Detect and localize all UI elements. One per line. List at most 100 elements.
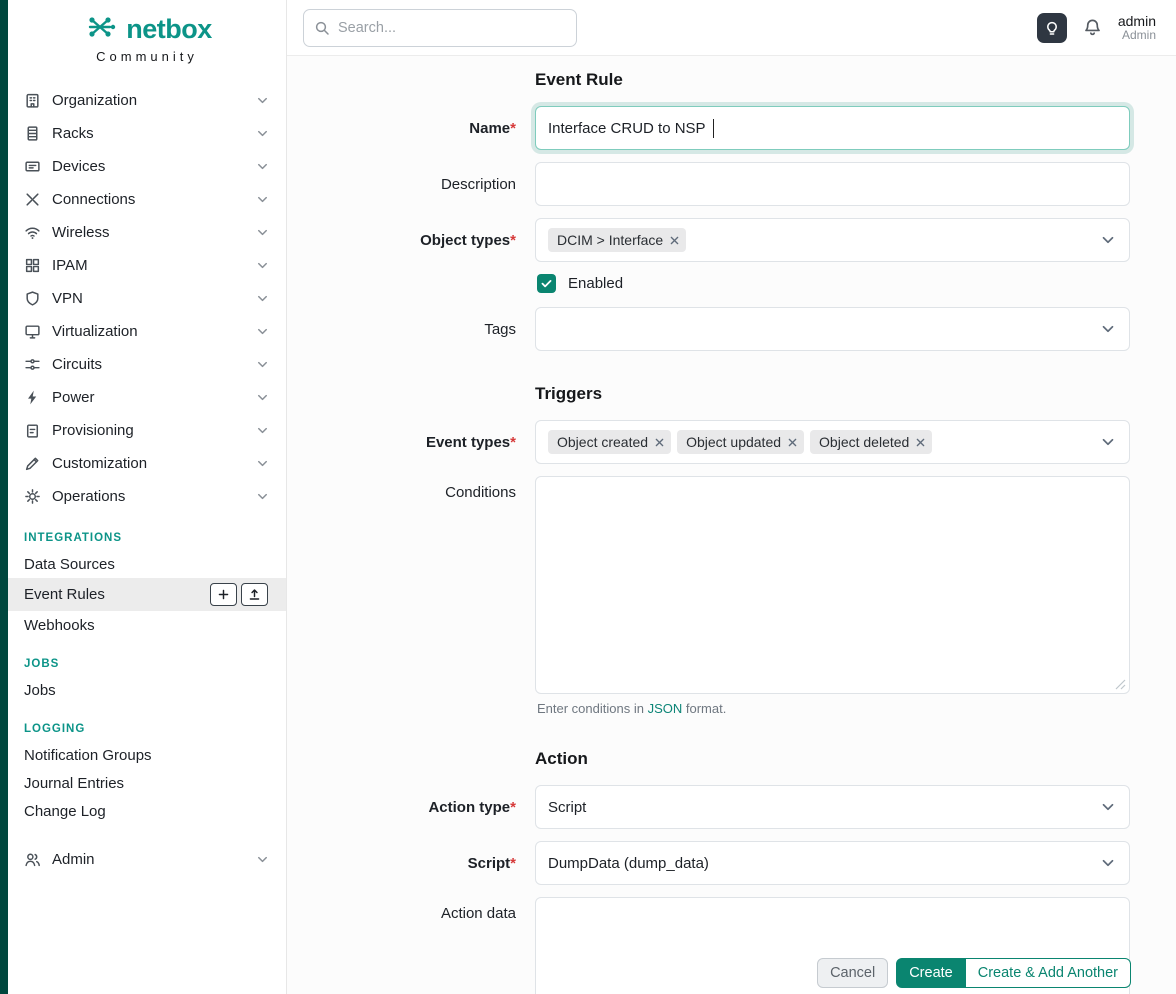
topbar: admin Admin — [287, 0, 1176, 56]
cancel-button[interactable]: Cancel — [817, 958, 888, 988]
sidebar-item-webhooks[interactable]: Webhooks — [8, 611, 286, 639]
object-types-select[interactable]: DCIM > Interface — [535, 218, 1130, 262]
tags-select[interactable] — [535, 307, 1130, 351]
shield-icon — [24, 290, 41, 307]
chevron-down-icon — [255, 126, 270, 141]
name-input[interactable]: Interface CRUD to NSP — [535, 106, 1130, 150]
sidebar-item-journal-entries[interactable]: Journal Entries — [8, 769, 286, 797]
nav-item-wireless[interactable]: Wireless — [8, 216, 286, 249]
check-icon — [540, 277, 553, 290]
users-icon — [24, 851, 41, 868]
required-marker: * — [510, 120, 516, 137]
create-and-add-another-button[interactable]: Create & Add Another — [966, 958, 1131, 988]
chevron-down-icon — [255, 291, 270, 306]
nav-item-organization[interactable]: Organization — [8, 84, 286, 117]
lightbulb-icon — [1044, 20, 1060, 36]
nav-item-provisioning[interactable]: Provisioning — [8, 414, 286, 447]
brand[interactable]: netbox Community — [8, 0, 286, 70]
conditions-textarea[interactable] — [535, 476, 1130, 694]
script-select[interactable]: DumpData (dump_data) — [535, 841, 1130, 885]
chevron-down-icon — [255, 852, 270, 867]
nav-item-circuits[interactable]: Circuits — [8, 348, 286, 381]
bolt-icon — [24, 389, 41, 406]
nav-item-admin[interactable]: Admin — [8, 843, 286, 876]
chevron-down-icon — [255, 456, 270, 471]
global-search[interactable] — [303, 9, 577, 47]
nav-item-connections[interactable]: Connections — [8, 183, 286, 216]
nav-item-ipam[interactable]: IPAM — [8, 249, 286, 282]
remove-tag-icon[interactable] — [655, 438, 664, 447]
user-menu[interactable]: admin Admin — [1118, 13, 1156, 43]
notifications-button[interactable] — [1083, 18, 1102, 37]
theme-toggle-button[interactable] — [1037, 13, 1067, 43]
nav-item-customization[interactable]: Customization — [8, 447, 286, 480]
description-label: Description — [303, 176, 535, 193]
chevron-down-icon — [255, 423, 270, 438]
sidebar: netbox Community Organization Racks Devi… — [8, 0, 287, 994]
required-marker: * — [510, 434, 516, 451]
grid-icon — [24, 257, 41, 274]
clipboard-icon — [24, 422, 41, 439]
object-types-label: Object types* — [303, 232, 535, 249]
plus-icon — [217, 588, 230, 601]
search-input[interactable] — [338, 20, 566, 36]
nav-item-racks[interactable]: Racks — [8, 117, 286, 150]
chevron-down-icon — [255, 192, 270, 207]
description-input[interactable] — [535, 162, 1130, 206]
json-docs-link[interactable]: JSON — [648, 701, 683, 716]
chevron-down-icon — [1099, 433, 1117, 451]
event-types-select[interactable]: Object created Object updated Object del… — [535, 420, 1130, 464]
section-jobs: JOBS Jobs — [8, 654, 286, 704]
upload-icon — [248, 588, 261, 601]
sidebar-item-data-sources[interactable]: Data Sources — [8, 550, 286, 578]
conditions-help: Enter conditions in JSON format. — [537, 701, 1130, 716]
required-marker: * — [510, 855, 516, 872]
chevron-down-icon — [1099, 320, 1117, 338]
netbox-logo-icon — [82, 12, 118, 47]
event-types-label: Event types* — [303, 434, 535, 451]
name-label: Name* — [303, 120, 535, 137]
action-data-label: Action data — [303, 897, 535, 922]
remove-tag-icon[interactable] — [916, 438, 925, 447]
chevron-down-icon — [255, 159, 270, 174]
action-section-title: Action — [535, 749, 1176, 769]
enabled-checkbox[interactable] — [537, 274, 556, 293]
remove-tag-icon[interactable] — [788, 438, 797, 447]
sidebar-accent-strip — [0, 0, 8, 994]
sidebar-item-change-log[interactable]: Change Log — [8, 797, 286, 825]
search-icon — [314, 20, 330, 36]
resize-grip-icon[interactable] — [1115, 679, 1126, 690]
chevron-down-icon — [1099, 798, 1117, 816]
script-label: Script* — [303, 855, 535, 872]
form-actions: Cancel Create Create & Add Another — [817, 958, 1131, 988]
nav-item-power[interactable]: Power — [8, 381, 286, 414]
wifi-icon — [24, 224, 41, 241]
action-type-select[interactable]: Script — [535, 785, 1130, 829]
nav-item-operations[interactable]: Operations — [8, 480, 286, 513]
chevron-down-icon — [255, 258, 270, 273]
nav-item-virtualization[interactable]: Virtualization — [8, 315, 286, 348]
triggers-section-title: Triggers — [535, 384, 1176, 404]
required-marker: * — [510, 232, 516, 249]
chevron-down-icon — [255, 324, 270, 339]
circuit-icon — [24, 356, 41, 373]
main-area: admin Admin Event Rule Name* Interface C… — [287, 0, 1176, 994]
nav-item-devices[interactable]: Devices — [8, 150, 286, 183]
rack-icon — [24, 125, 41, 142]
sidebar-item-event-rules[interactable]: Event Rules — [8, 578, 286, 611]
chevron-down-icon — [255, 93, 270, 108]
sidebar-item-jobs[interactable]: Jobs — [8, 676, 286, 704]
monitor-icon — [24, 323, 41, 340]
form-content: Event Rule Name* Interface CRUD to NSP D… — [287, 56, 1176, 994]
create-button[interactable]: Create — [896, 958, 966, 988]
remove-tag-icon[interactable] — [670, 236, 679, 245]
primary-nav: Organization Racks Devices Connections W — [8, 84, 286, 513]
chevron-down-icon — [1099, 231, 1117, 249]
text-caret — [713, 119, 715, 138]
nav-item-vpn[interactable]: VPN — [8, 282, 286, 315]
import-event-rules-button[interactable] — [241, 583, 268, 606]
required-marker: * — [510, 799, 516, 816]
tags-label: Tags — [303, 321, 535, 338]
sidebar-item-notification-groups[interactable]: Notification Groups — [8, 741, 286, 769]
add-event-rule-button[interactable] — [210, 583, 237, 606]
